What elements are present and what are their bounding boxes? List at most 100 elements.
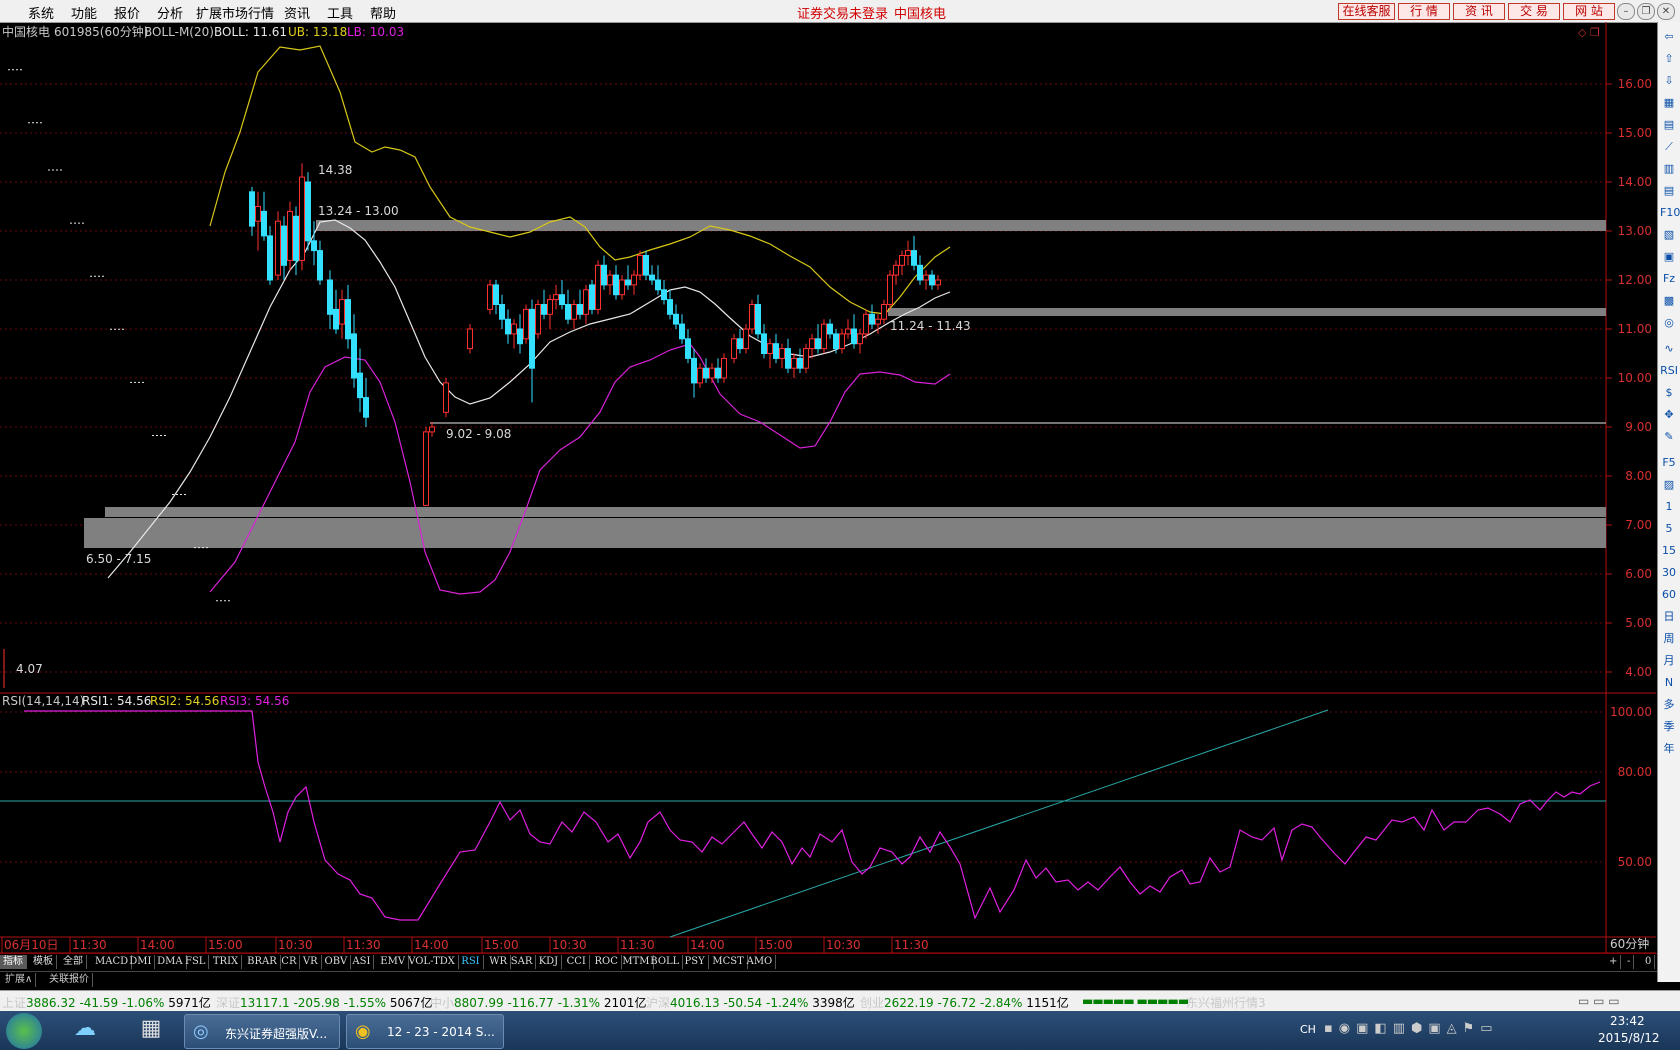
tab-indicator-cci[interactable]: CCI (564, 955, 590, 969)
news-icon[interactable]: ▣ (1660, 248, 1678, 265)
website-button[interactable]: 网 站 (1563, 3, 1615, 20)
compare-icon[interactable]: ▩ (1660, 292, 1678, 309)
tab-indicator-mcst[interactable]: MCST (709, 955, 748, 969)
price-axis-label: 15.00 (1618, 126, 1652, 140)
back-arrow-icon[interactable]: ⇦ (1660, 28, 1678, 45)
price-axis-label: 11.00 (1618, 322, 1652, 336)
quote-list-icon[interactable]: ▦ (1660, 94, 1678, 111)
chart-area[interactable]: 16.0015.0014.0013.0012.0011.0010.009.008… (0, 22, 1680, 1007)
tab-indicator-dmi[interactable]: DMI (126, 955, 156, 969)
market-button[interactable]: 行 情 (1398, 3, 1450, 20)
period-month[interactable]: 月 (1660, 652, 1678, 669)
tab-all[interactable]: 全部 (60, 955, 87, 969)
status-cy[interactable]: 创业2622.19 -76.72 -2.84% 1151亿 (860, 994, 1069, 1011)
zoom-reset-button[interactable]: 0 (1642, 955, 1656, 969)
refresh-icon[interactable]: ◎ (1660, 314, 1678, 331)
volume-indicator-icon: ▬▬▬▬▬ ▬▬▬▬▬ (1082, 994, 1189, 1008)
candle (797, 348, 803, 374)
candle-body (667, 299, 673, 315)
wave-icon[interactable]: ∿ (1660, 340, 1678, 357)
info-icon[interactable]: ▧ (1660, 226, 1678, 243)
tab-indicator-fsl[interactable]: FSL (182, 955, 210, 969)
period-week[interactable]: 周 (1660, 630, 1678, 647)
close-icon[interactable]: ✕ (1657, 3, 1675, 20)
menu-item-extended-market[interactable]: 扩展市场行情 (196, 3, 274, 22)
menu-item-function[interactable]: 功能 (71, 3, 97, 22)
tray-icons[interactable]: ▪◉▣◧▥⬢▣◬⚑▭ (1324, 1021, 1499, 1036)
status-sz[interactable]: 深证13117.1 -205.98 -1.55% 5067亿 (216, 994, 432, 1011)
tab-indicator-boll[interactable]: BOLL (647, 955, 684, 969)
up-arrow-icon[interactable]: ⇧ (1660, 50, 1678, 67)
period-1[interactable]: 1 (1660, 498, 1678, 515)
tab-indicator-asi[interactable]: ASI (349, 955, 375, 969)
line-chart-icon[interactable]: ⟋ (1660, 138, 1678, 155)
tab-indicator-amo[interactable]: AMO (744, 955, 777, 969)
menu-item-analysis[interactable]: 分析 (157, 3, 183, 22)
image-icon[interactable]: ▨ (1660, 476, 1678, 493)
task-browser[interactable]: ◉ 12 - 23 - 2014 S... (346, 1014, 504, 1049)
cloud-app-icon[interactable]: ☁ (68, 1016, 102, 1046)
tab-indicator-kdj[interactable]: KDJ (536, 955, 563, 969)
server-name[interactable]: 东兴福州行情3 (1186, 994, 1266, 1011)
menu-item-system[interactable]: 系统 (28, 3, 54, 22)
tab-template[interactable]: 模板 (30, 955, 57, 969)
down-arrow-icon[interactable]: ⇩ (1660, 72, 1678, 89)
status-zx[interactable]: 中小8807.99 -116.77 -1.31% 2101亿 (430, 994, 646, 1011)
online-service-button[interactable]: 在线客服 (1338, 3, 1395, 20)
fz-icon[interactable]: Fz (1660, 270, 1678, 287)
news-button[interactable]: 资 讯 (1453, 3, 1505, 20)
tab-indicator-sar[interactable]: SAR (508, 955, 537, 969)
period-year[interactable]: 年 (1660, 740, 1678, 757)
minimize-icon[interactable]: – (1617, 3, 1635, 20)
clock-time[interactable]: 23:42 (1610, 1014, 1645, 1028)
tab-indicator-trix[interactable]: TRIX (210, 955, 243, 969)
related-quote-button[interactable]: 关联报价 (46, 973, 93, 987)
period-15[interactable]: 15 (1660, 542, 1678, 559)
money-icon[interactable]: $ (1660, 384, 1678, 401)
period-multi[interactable]: 多 (1660, 696, 1678, 713)
tab-indicator-vr[interactable]: VR (300, 955, 322, 969)
period-day[interactable]: 日 (1660, 608, 1678, 625)
candle (703, 358, 709, 383)
zoom-out-button[interactable]: - (1624, 955, 1635, 969)
period-n[interactable]: N (1660, 674, 1678, 691)
tab-indicator-rsi[interactable]: RSI (458, 955, 484, 969)
menu-item-news[interactable]: 资讯 (284, 3, 310, 22)
menu-item-tools[interactable]: 工具 (327, 3, 353, 22)
task-stock-app[interactable]: ◎ 东兴证券超强版V... (184, 1014, 340, 1049)
menu-item-help[interactable]: 帮助 (370, 3, 396, 22)
expand-button[interactable]: 扩展∧ (2, 973, 37, 987)
f10-icon[interactable]: F10 (1660, 204, 1680, 221)
f5-icon[interactable]: F5 (1660, 454, 1678, 471)
tab-indicator-vol-tdx[interactable]: VOL-TDX (405, 955, 459, 969)
move-icon[interactable]: ✥ (1660, 406, 1678, 423)
language-indicator[interactable]: CH (1300, 1023, 1316, 1036)
time-axis-label: 15:00 (208, 938, 243, 952)
trade-button[interactable]: 交 易 (1508, 3, 1560, 20)
clock-date[interactable]: 2015/8/12 (1598, 1031, 1660, 1045)
candle (553, 284, 559, 310)
tab-indicator-brar[interactable]: BRAR (244, 955, 281, 969)
kline-icon[interactable]: ▥ (1660, 160, 1678, 177)
period-quarter[interactable]: 季 (1660, 718, 1678, 735)
tab-indicator-roc[interactable]: ROC (592, 955, 622, 969)
detail-icon[interactable]: ▤ (1660, 182, 1678, 199)
zoom-in-button[interactable]: + (1606, 955, 1622, 969)
status-hs[interactable]: 沪深4016.13 -50.54 -1.24% 3398亿 (646, 994, 855, 1011)
tab-indicator-obv[interactable]: OBV (322, 955, 352, 969)
period-30[interactable]: 30 (1660, 564, 1678, 581)
start-button-icon[interactable] (6, 1013, 42, 1049)
status-sh[interactable]: 上证3886.32 -41.59 -1.06% 5971亿 (2, 994, 211, 1011)
tab-indicator[interactable]: 指标 (0, 955, 27, 969)
menu-item-quote[interactable]: 报价 (114, 3, 140, 22)
tab-indicator-psy[interactable]: PSY (682, 955, 709, 969)
pen-icon[interactable]: ✎ (1660, 428, 1678, 445)
period-60[interactable]: 60 (1660, 586, 1678, 603)
period-5[interactable]: 5 (1660, 520, 1678, 537)
calculator-icon[interactable]: ▦ (134, 1016, 168, 1046)
status-window-icons[interactable]: ▭ ▭ ▭ (1578, 994, 1620, 1008)
tab-indicator-cr[interactable]: CR (278, 955, 301, 969)
rsi-icon[interactable]: RSI (1660, 362, 1678, 379)
table-icon[interactable]: ▤ (1660, 116, 1678, 133)
restore-icon[interactable]: ❐ (1637, 3, 1655, 20)
